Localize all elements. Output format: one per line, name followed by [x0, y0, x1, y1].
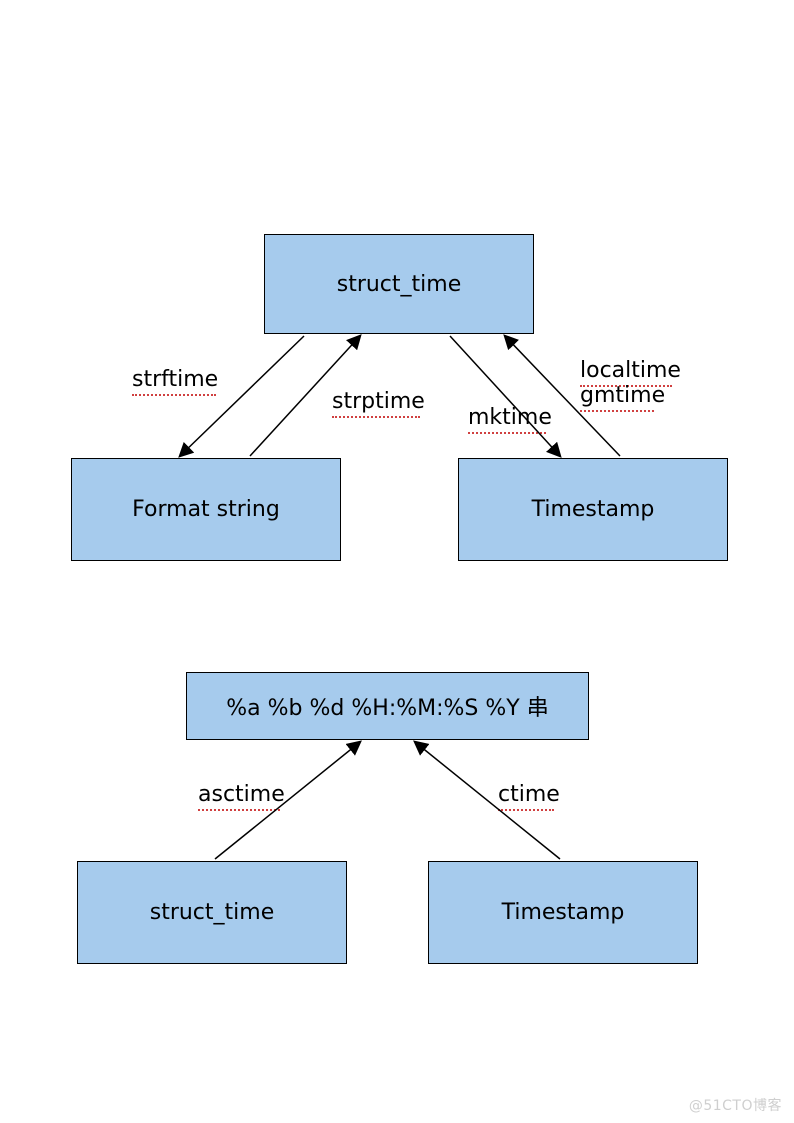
label-ctime: ctime: [498, 782, 560, 807]
d1-top-struct-time: struct_time: [264, 234, 534, 334]
label-strftime: strftime: [132, 367, 218, 392]
underline-ctime: [498, 809, 554, 811]
d2-top-formatstr: %a %b %d %H:%M:%S %Y 串: [186, 672, 589, 740]
underline-strptime: [332, 416, 420, 418]
d2-left-label: struct_time: [150, 900, 275, 925]
underline-strftime: [132, 394, 216, 396]
underline-mktime: [468, 432, 546, 434]
d2-top-label: %a %b %d %H:%M:%S %Y 串: [226, 690, 548, 722]
label-gmtime: gmtime: [580, 383, 665, 408]
label-mktime: mktime: [468, 405, 552, 430]
underline-gmtime: [580, 410, 654, 412]
d1-right-timestamp: Timestamp: [458, 458, 728, 561]
label-strptime: strptime: [332, 389, 425, 414]
d1-right-label: Timestamp: [532, 497, 655, 522]
underline-asctime: [198, 809, 280, 811]
d1-top-label: struct_time: [337, 272, 462, 297]
d2-left-struct-time: struct_time: [77, 861, 347, 964]
label-localtime: localtime: [580, 358, 681, 383]
label-asctime: asctime: [198, 782, 285, 807]
d1-left-label: Format string: [132, 497, 280, 522]
watermark: @51CTO博客: [689, 1095, 782, 1115]
d2-right-label: Timestamp: [502, 900, 625, 925]
d1-left-format-string: Format string: [71, 458, 341, 561]
d2-right-timestamp: Timestamp: [428, 861, 698, 964]
